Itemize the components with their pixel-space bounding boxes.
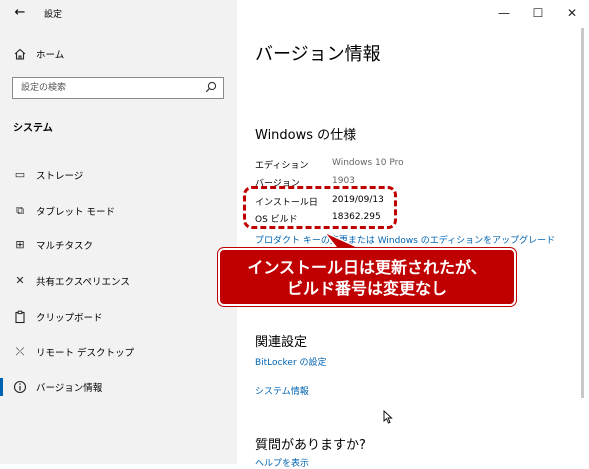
windows-spec-heading: Windows の仕様: [255, 128, 357, 143]
mouse-cursor-icon: [383, 410, 393, 424]
product-key-link[interactable]: プロダクト キーの変更または Windows のエディションをアップグレード: [255, 233, 555, 246]
sidebar-item-label: リモート デスクトップ: [36, 348, 135, 359]
sidebar-item-label: ストレージ: [36, 171, 84, 182]
sidebar-item-label: ホーム: [36, 50, 65, 61]
annotation-line-2: ビルド番号は変更なし: [286, 279, 447, 298]
storage-icon: ▭: [14, 168, 26, 181]
question-heading: 質問がありますか?: [255, 438, 366, 453]
settings-window: ← 設定 ホーム システム ▭ ストレージ ⧉ タブレット モード: [0, 0, 589, 469]
scroll-thumb[interactable]: [581, 28, 584, 398]
sidebar-item-label: バージョン情報: [36, 383, 103, 394]
sidebar-item-label: タブレット モード: [36, 207, 116, 218]
spec-value: Windows 10 Pro: [332, 158, 404, 168]
sidebar-item-remote-desktop[interactable]: ⤫ リモート デスクトップ: [0, 339, 237, 365]
sidebar-item-tablet-mode[interactable]: ⧉ タブレット モード: [0, 198, 237, 224]
search-input[interactable]: [13, 78, 211, 98]
remote-desktop-icon: ⤫: [15, 345, 25, 358]
window-title: 設定: [44, 10, 63, 20]
system-info-link[interactable]: システム情報: [255, 384, 309, 397]
multitasking-icon: ⊞: [15, 238, 25, 251]
sidebar-item-about[interactable]: バージョン情報: [0, 374, 237, 400]
sidebar-item-clipboard[interactable]: クリップボード: [0, 304, 237, 330]
home-icon: [14, 48, 26, 60]
sidebar-item-storage[interactable]: ▭ ストレージ: [0, 162, 237, 188]
scrollbar[interactable]: [581, 28, 587, 464]
bitlocker-settings-link[interactable]: BitLocker の設定: [255, 355, 327, 368]
related-settings-heading: 関連設定: [255, 335, 308, 350]
sidebar-section-heading: システム: [13, 123, 53, 134]
sidebar-item-label: 共有エクスペリエンス: [36, 277, 130, 288]
titlebar: ← 設定: [0, 0, 237, 28]
back-arrow-icon: ←: [14, 5, 26, 20]
main-content: バージョン情報 Windows の仕様 エディション Windows 10 Pr…: [237, 0, 589, 469]
sidebar-item-shared-experiences[interactable]: ✕ 共有エクスペリエンス: [0, 268, 237, 294]
sidebar-item-multitasking[interactable]: ⊞ マルチタスク: [0, 232, 237, 258]
spec-label: エディション: [255, 161, 309, 171]
highlight-box: [243, 186, 397, 229]
sidebar-item-home[interactable]: ホーム: [0, 41, 237, 67]
annotation-line-1: インストール日は更新されたが、: [247, 258, 487, 277]
spec-value: 1903: [332, 176, 355, 186]
tablet-mode-icon: ⧉: [16, 204, 24, 217]
clipboard-icon: [15, 310, 25, 324]
page-title: バージョン情報: [255, 44, 381, 65]
annotation-callout: インストール日は更新されたが、 ビルド番号は変更なし: [218, 248, 516, 306]
help-link[interactable]: ヘルプを表示: [255, 456, 309, 469]
sidebar-item-label: マルチタスク: [36, 241, 94, 252]
back-button[interactable]: ←: [10, 4, 30, 22]
info-icon: [13, 380, 27, 394]
shared-experiences-icon: ✕: [15, 274, 25, 287]
search-icon[interactable]: [205, 81, 217, 93]
search-box[interactable]: [12, 77, 224, 99]
sidebar: ← 設定 ホーム システム ▭ ストレージ ⧉ タブレット モード: [0, 0, 237, 464]
sidebar-item-label: クリップボード: [36, 313, 103, 324]
